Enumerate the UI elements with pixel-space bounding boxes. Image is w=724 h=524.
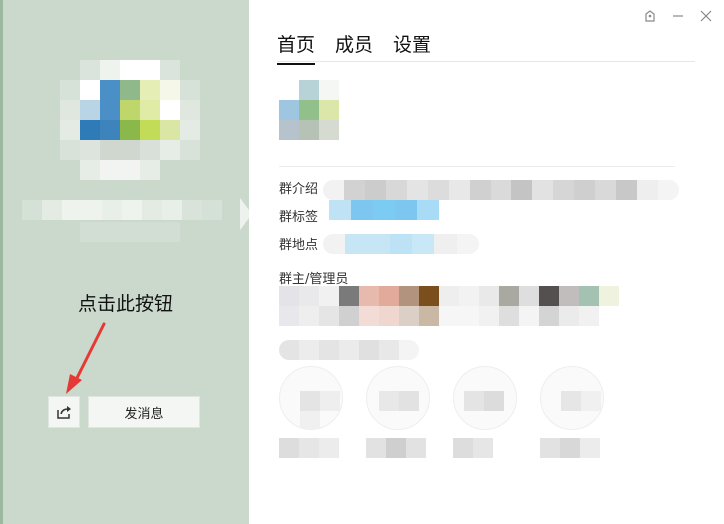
- group-photo-blurred[interactable]: [279, 80, 339, 140]
- intro-label: 群介绍: [279, 182, 319, 197]
- member-avatar: [540, 366, 604, 430]
- member-avatar: [453, 366, 517, 430]
- intro-value-blurred: [323, 180, 679, 200]
- red-arrow-icon: [66, 322, 106, 394]
- panel-edge: [0, 0, 3, 524]
- tab-divider: [277, 61, 695, 62]
- member-avatar: [279, 366, 343, 430]
- member-name-blurred: [366, 438, 434, 458]
- tab-bar: 首页 成员 设置: [277, 30, 431, 65]
- hint-text: 点击此按钮: [78, 293, 174, 315]
- member-card[interactable]: [366, 366, 434, 458]
- member-card[interactable]: [279, 366, 347, 458]
- member-count-blurred: [279, 340, 419, 360]
- tab-members[interactable]: 成员: [335, 30, 373, 65]
- member-name-blurred: [453, 438, 521, 458]
- location-value-blurred: [323, 234, 479, 254]
- group-detail-panel: 首页 成员 设置 群介绍 群标签 群地点 群主/管理员: [249, 0, 724, 524]
- member-card[interactable]: [453, 366, 521, 458]
- member-name-blurred: [279, 438, 347, 458]
- admin-avatars-blurred-row: [279, 306, 599, 326]
- group-id-blurred: [80, 222, 180, 242]
- window-controls: [642, 8, 714, 24]
- minimize-icon[interactable]: [670, 8, 686, 24]
- tab-home[interactable]: 首页: [277, 30, 316, 65]
- group-name-blurred: [22, 200, 222, 220]
- admin-avatars-blurred[interactable]: [279, 286, 619, 306]
- tags-label: 群标签: [279, 210, 319, 225]
- member-card[interactable]: [540, 366, 608, 458]
- tab-settings[interactable]: 设置: [393, 30, 431, 65]
- share-arrow-icon: [57, 406, 71, 419]
- admins-label: 群主/管理员: [279, 272, 349, 287]
- tags-value-blurred: [329, 200, 439, 220]
- location-label: 群地点: [279, 238, 319, 253]
- section-divider: [279, 166, 675, 167]
- member-name-blurred: [540, 438, 608, 458]
- share-button[interactable]: [48, 396, 80, 428]
- member-avatar: [366, 366, 430, 430]
- skin-icon[interactable]: [642, 8, 658, 24]
- group-avatar: [60, 60, 200, 200]
- send-message-button[interactable]: 发消息: [88, 396, 200, 428]
- group-profile-panel: 点击此按钮 发消息: [0, 0, 252, 524]
- close-icon[interactable]: [698, 8, 714, 24]
